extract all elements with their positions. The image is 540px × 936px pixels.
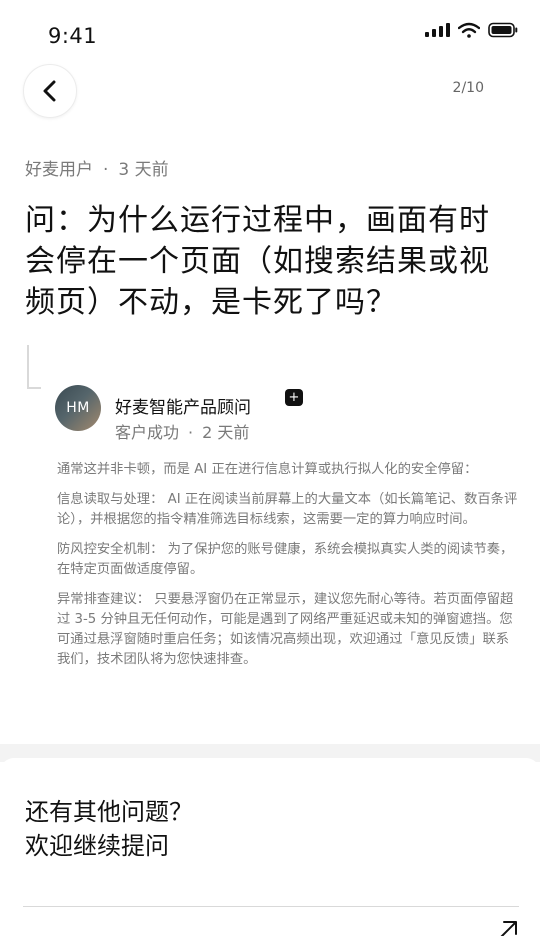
status-bar: 9:41 <box>0 0 540 60</box>
answer-quote-decoration <box>27 345 41 389</box>
ask-more-heading: 还有其他问题？ 欢迎继续提问 <box>25 795 193 863</box>
avatar: HM <box>55 385 101 431</box>
answerer-name: 好麦智能产品顾问 <box>115 398 251 418</box>
ask-more-divider <box>23 906 519 907</box>
meta-separator: · <box>103 160 109 180</box>
answer-body: 通常这并非卡顿，而是 AI 正在进行信息计算或执行拟人化的安全停留： 信息读取与… <box>57 460 519 680</box>
question-title: 问：为什么运行过程中，画面有时会停在一个页面（如搜索结果或视频页）不动，是卡死了… <box>25 203 490 320</box>
battery-icon <box>488 22 518 38</box>
answerer-meta: 客户成功 · 2 天前 <box>115 419 249 443</box>
answerer-role: 客户成功 <box>115 423 180 442</box>
status-time: 9:41 <box>48 24 98 48</box>
page-counter: 2/10 <box>452 80 484 96</box>
answer-time: 2 天前 <box>202 423 250 442</box>
ask-more-line-1: 还有其他问题？ <box>25 798 193 826</box>
faq-detail-screen: 9:41 2/10 好麦用户 · 3 天前 问：为什么运行过程中，画面有时会停在一个… <box>0 0 540 936</box>
answer-paragraph: 信息读取与处理： AI 正在阅读当前屏幕上的大量文本（如长篇笔记、数百条评论），… <box>57 492 518 527</box>
status-icons <box>425 22 518 38</box>
plus-badge: + <box>285 389 303 406</box>
back-button[interactable] <box>23 64 77 118</box>
question-time: 3 天前 <box>118 160 169 180</box>
question-meta: 好麦用户 · 3 天前 <box>25 155 169 180</box>
ask-more-line-2: 欢迎继续提问 <box>25 832 169 860</box>
chevron-left-icon <box>43 80 56 102</box>
answer-paragraph: 通常这并非卡顿，而是 AI 正在进行信息计算或执行拟人化的安全停留： <box>57 462 478 477</box>
question-author: 好麦用户 <box>25 160 93 180</box>
answer-paragraph: 防风控安全机制： 为了保护您的账号健康，系统会模拟真实人类的阅读节奏，在特定页面… <box>57 542 514 577</box>
answer-paragraph: 异常排查建议： 只要悬浮窗仍在正常显示，建议您先耐心等待。若页面停留超过 3-5… <box>57 592 514 667</box>
wifi-icon <box>458 22 480 38</box>
meta-separator: · <box>188 423 194 442</box>
signal-icon <box>425 23 450 37</box>
arrow-up-right-icon[interactable] <box>496 918 520 936</box>
